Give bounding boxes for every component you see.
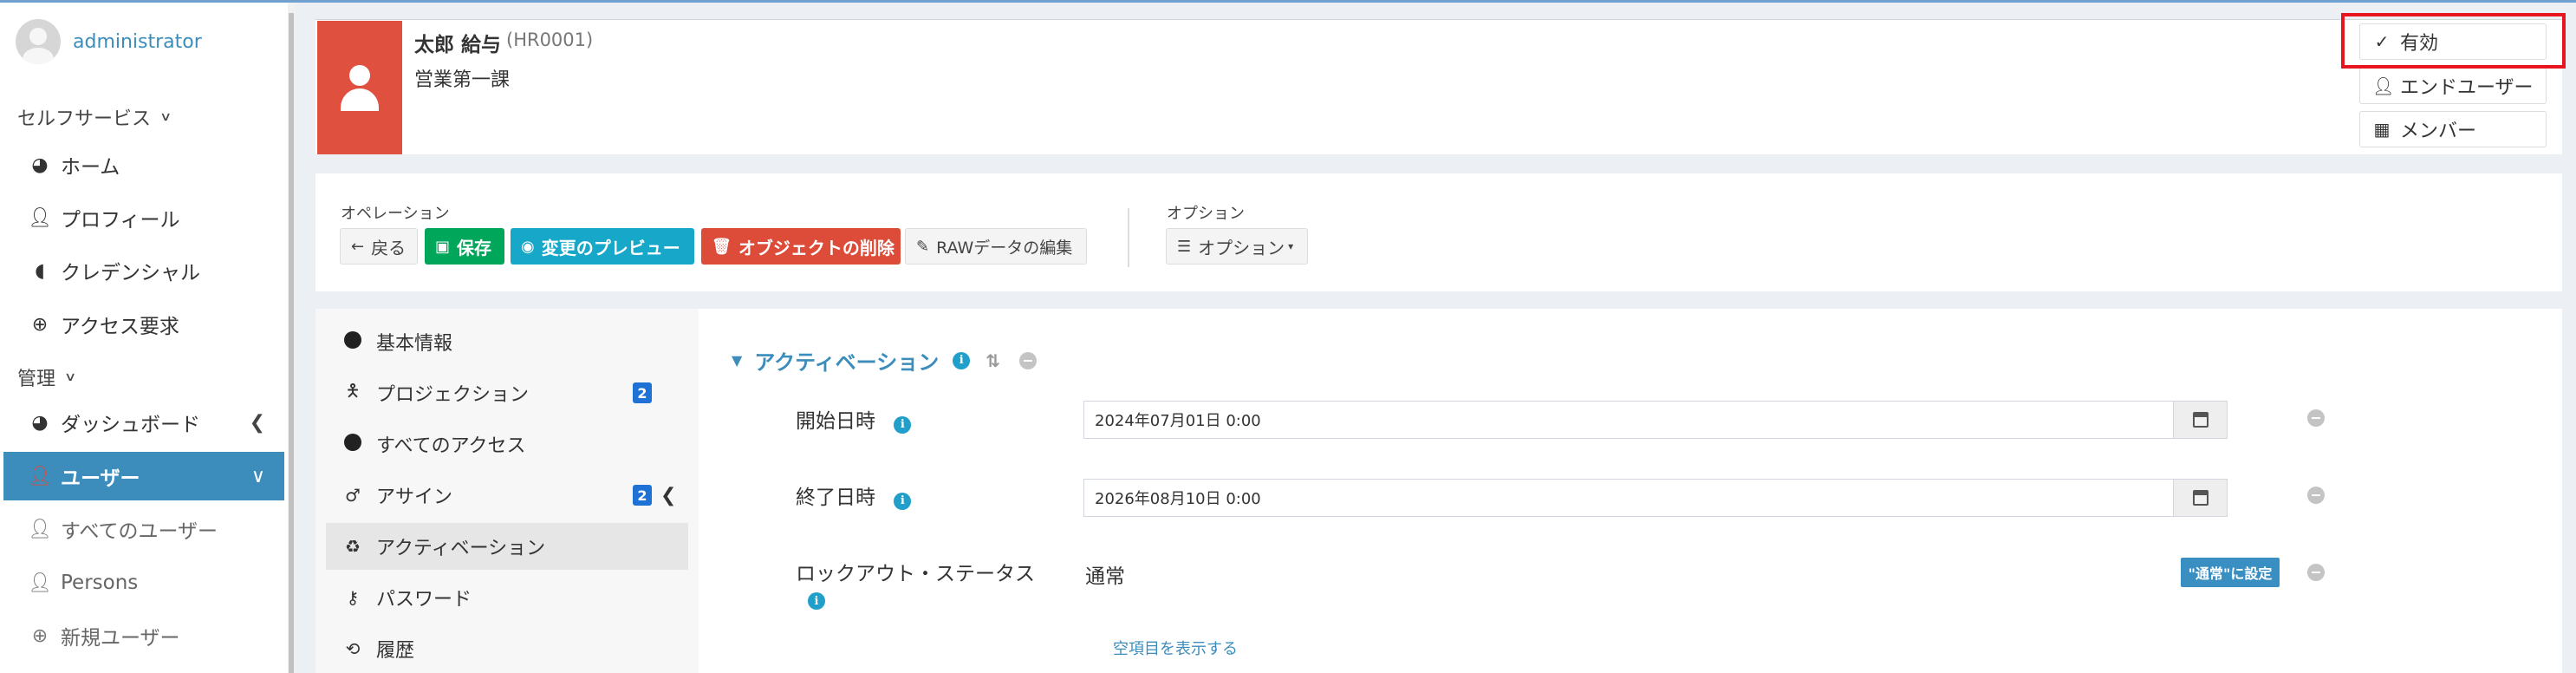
divider <box>1128 208 1129 267</box>
person-icon: 🯅 <box>345 380 361 401</box>
tab-assignments[interactable]: ♂ アサイン 2 ❮ <box>326 472 688 519</box>
caret-down-icon: ▼ <box>732 352 743 369</box>
user-photo <box>317 21 402 154</box>
save-icon: ▣ <box>435 237 451 256</box>
save-button[interactable]: ▣ 保存 <box>425 228 504 265</box>
valid-to-field[interactable]: 2026年08月10日 0:00 <box>1083 479 2228 517</box>
edit-raw-button[interactable]: ✎ RAWデータの編集 <box>905 228 1087 265</box>
calendar-icon <box>2192 412 2208 428</box>
info-icon[interactable]: i <box>894 492 912 510</box>
history-icon: ⟲ <box>345 638 361 659</box>
lockout-status-value: 通常 <box>1085 565 1125 588</box>
sidebar-item-credentials[interactable]: ◖ クレデンシャル <box>0 246 284 295</box>
user-department: 営業第一課 <box>414 69 511 91</box>
circle-icon <box>342 433 364 455</box>
shield-icon: ◖ <box>35 259 45 282</box>
show-empty-fields-link[interactable]: 空項目を表示する <box>1113 637 1238 659</box>
tab-basic[interactable]: 基本情報 <box>326 318 688 365</box>
tab-all-access[interactable]: すべてのアクセス <box>326 421 688 467</box>
user-icon: 👤︎ <box>28 518 52 540</box>
sidebar-item-new-user[interactable]: ⊕ 新規ユーザー <box>0 611 284 660</box>
count-badge: 2 <box>633 485 652 506</box>
delete-object-button[interactable]: 🗑︎ オブジェクトの削除 <box>701 228 901 265</box>
status-end-user-button[interactable]: 👤︎ エンドユーザー <box>2359 68 2547 104</box>
user-icon: 👤︎ <box>28 572 52 594</box>
chevron-down-icon: ∨ <box>63 370 77 384</box>
user-panel[interactable]: administrator <box>16 17 202 66</box>
sidebar-item-all-users[interactable]: 👤︎ すべてのユーザー <box>0 505 284 553</box>
sidebar-header-admin[interactable]: 管理 ∨ <box>17 364 77 390</box>
caret-down-icon: ▾ <box>1288 240 1294 252</box>
remove-icon[interactable] <box>2307 564 2325 581</box>
user-key: (HR0001) <box>506 29 594 50</box>
user-display-name: 太郎 給与 <box>414 34 502 56</box>
sidebar-item-users[interactable]: 👤︎ ユーザー ∨ <box>3 452 284 500</box>
sidebar-item-persons[interactable]: 👤︎ Persons <box>0 559 284 607</box>
top-accent-line <box>0 0 2576 3</box>
plus-circle-icon: ⊕ <box>31 313 49 336</box>
calendar-button[interactable] <box>2173 402 2227 438</box>
count-badge: 2 <box>633 382 652 403</box>
trash-icon: 🗑︎ <box>712 237 732 256</box>
calendar-icon <box>2192 490 2208 506</box>
back-button[interactable]: ← 戻る <box>340 228 418 265</box>
chevron-down-icon: ∨ <box>250 465 265 487</box>
chevron-left-icon: ❮ <box>660 484 677 506</box>
sort-icon[interactable]: ⇅ <box>986 350 1000 371</box>
sidebar-item-profile[interactable]: 👤︎ プロフィール <box>0 193 284 242</box>
options-label: オプション <box>1167 205 1245 223</box>
preview-changes-button[interactable]: ◉ 変更のプレビュー <box>511 228 694 265</box>
sidebar-item-dashboard[interactable]: ◕ ダッシュボード ❮ <box>0 398 284 447</box>
circle-icon <box>342 330 364 353</box>
chevron-down-icon: ∨ <box>159 110 172 124</box>
user-icon <box>349 65 370 86</box>
remove-icon[interactable] <box>2307 409 2325 427</box>
set-normal-button[interactable]: "通常"に設定 <box>2181 558 2280 587</box>
male-icon: ♂ <box>345 485 361 506</box>
user-icon: 👤︎ <box>2372 75 2395 96</box>
tab-projections[interactable]: 🯅 プロジェクション 2 <box>326 369 688 416</box>
remove-icon[interactable] <box>2307 487 2325 504</box>
activation-section-header[interactable]: ▼ アクティベーション i ⇅ <box>732 345 1037 376</box>
info-icon[interactable]: i <box>894 415 912 434</box>
info-icon[interactable]: i <box>808 592 825 610</box>
remove-icon[interactable] <box>1018 351 1037 369</box>
user-icon: 👤︎ <box>28 206 52 229</box>
chevron-left-icon: ❮ <box>249 411 265 434</box>
tab-history[interactable]: ⟲ 履歴 <box>326 625 688 672</box>
valid-from-label: 開始日時 i <box>796 404 912 434</box>
operations-label: オペレーション <box>341 205 450 223</box>
avatar <box>16 19 61 64</box>
dashboard-icon: ◕ <box>31 154 49 176</box>
menu-icon: ☰ <box>1177 237 1192 256</box>
lockout-status-label: ロックアウト・ステータス <box>796 563 1035 585</box>
calendar-button[interactable] <box>2173 480 2227 516</box>
sidebar-header-self-service[interactable]: セルフサービス ∨ <box>17 104 172 130</box>
profile-box <box>315 19 2562 154</box>
sidebar-item-access-request[interactable]: ⊕ アクセス要求 <box>0 300 284 349</box>
valid-from-field[interactable]: 2024年07月01日 0:00 <box>1083 401 2228 439</box>
plus-circle-icon: ⊕ <box>31 624 49 647</box>
sidebar-item-home[interactable]: ◕ ホーム <box>0 140 284 189</box>
recycle-icon: ♻ <box>345 536 361 557</box>
sidebar-scrollbar-thumb[interactable] <box>289 13 294 673</box>
building-icon: ▦ <box>2373 119 2391 140</box>
tab-password[interactable]: ⚷ パスワード <box>326 574 688 621</box>
options-dropdown-button[interactable]: ☰ オプション ▾ <box>1166 228 1308 265</box>
tab-activation[interactable]: ♻ アクティベーション <box>326 523 688 570</box>
user-name[interactable]: administrator <box>73 31 202 53</box>
eye-icon: ◉ <box>521 237 535 256</box>
valid-to-label: 終了日時 i <box>796 480 912 510</box>
status-member-button[interactable]: ▦ メンバー <box>2359 111 2547 147</box>
dashboard-icon: ◕ <box>31 411 49 434</box>
edit-icon: ✎ <box>916 237 930 256</box>
key-icon: ⚷ <box>346 587 360 608</box>
highlight-frame <box>2341 13 2566 69</box>
info-icon[interactable]: i <box>953 351 971 369</box>
arrow-left-icon: ← <box>351 237 365 256</box>
user-icon: 👤︎ <box>28 465 52 487</box>
